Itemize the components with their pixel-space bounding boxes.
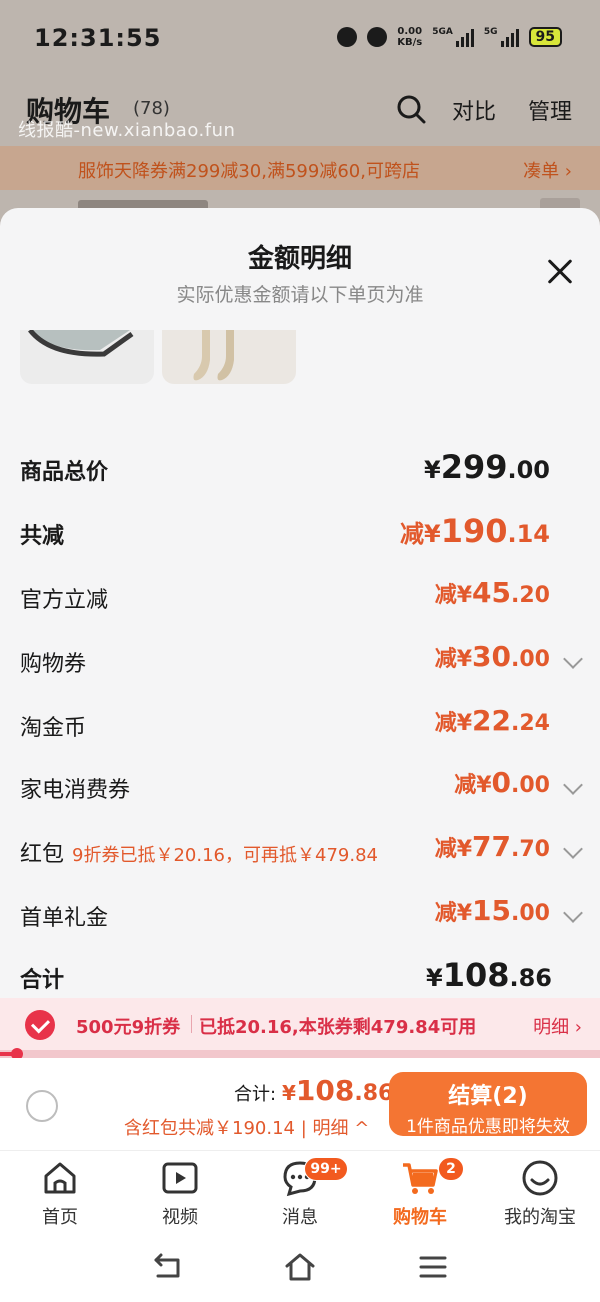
net-speed: 0.00 KB/s (397, 26, 423, 48)
coupon-value: 减¥30.00 (434, 640, 550, 673)
compare-button[interactable]: 对比 (452, 94, 496, 126)
signal-5g-icon: 5G (484, 27, 519, 47)
bottom-tab-bar: 首页 视频 消息 99+ 购物车 2 我的淘宝 (0, 1150, 600, 1232)
checkout-button-label: 结算(2) (448, 1084, 528, 1109)
gold-coin-value: 减¥22.24 (434, 704, 550, 737)
alarm-icon (337, 27, 358, 47)
sheet-subtitle: 实际优惠金额请以下单页为准 (176, 284, 424, 306)
red-packet-label: 红包 9折券已抵￥20.16，可再抵￥479.84 (20, 842, 378, 867)
checkmark-icon[interactable] (25, 1010, 55, 1040)
cart-icon (403, 1163, 438, 1194)
battery-icon: 95 (528, 27, 562, 47)
promo-more-link[interactable]: 凑单 › (523, 157, 572, 183)
coupon-progress-bar (0, 1048, 600, 1060)
divider (191, 1015, 192, 1033)
promo-bar[interactable]: 服饰天降券满299减30,满599减60,可跨店 凑单 › (0, 146, 600, 190)
row-red-packet[interactable]: 红包 9折券已抵￥20.16，可再抵￥479.84 减¥77.70 (20, 830, 583, 870)
total-price-value: ¥299.00 (423, 448, 550, 486)
search-icon[interactable] (396, 94, 426, 124)
tab-messages[interactable]: 消息 99+ (240, 1151, 360, 1233)
system-navigation-bar (0, 1232, 600, 1302)
total-discount-value: 减¥190.14 (399, 512, 550, 550)
select-all-checkbox[interactable] (26, 1090, 58, 1122)
back-icon[interactable] (150, 1250, 184, 1284)
watermark: 线报酷-new.xianbao.fun (18, 120, 236, 141)
checkout-bar: 合计: ¥108.86 含红包共减￥190.14 | 明细 ^ 结算(2) 1件… (0, 1058, 600, 1150)
status-bar: 12:31:55 0.00 KB/s 5GA 5G 95 (0, 0, 600, 70)
first-order-gift-label: 首单礼金 (20, 906, 109, 931)
manage-button[interactable]: 管理 (528, 94, 572, 126)
chevron-down-icon[interactable] (563, 839, 583, 859)
socks-image (193, 330, 234, 381)
appliance-coupon-value: 减¥0.00 (454, 766, 550, 799)
menu-icon[interactable] (416, 1250, 450, 1284)
official-discount-value: 减¥45.20 (434, 576, 550, 609)
chevron-down-icon[interactable] (563, 903, 583, 923)
coupon-name: 500元9折券 (76, 1017, 181, 1038)
status-icons: 0.00 KB/s 5GA 5G 95 (337, 26, 562, 48)
row-coupon[interactable]: 购物券 减¥30.00 (20, 640, 583, 680)
checkout-button[interactable]: 结算(2) 1件商品优惠即将失效 (389, 1072, 587, 1137)
tab-home[interactable]: 首页 (0, 1151, 120, 1233)
appliance-coupon-label: 家电消费券 (20, 778, 131, 803)
row-official-discount: 官方立减 减¥45.20 (20, 576, 580, 616)
sum-value: ¥108.86 (425, 956, 552, 994)
gold-coin-label: 淘金币 (20, 716, 87, 741)
tab-video[interactable]: 视频 (120, 1151, 240, 1233)
close-button[interactable] (540, 252, 580, 292)
official-discount-label: 官方立减 (20, 588, 109, 613)
shoe-image (28, 330, 134, 357)
first-order-gift-value: 减¥15.00 (434, 894, 550, 927)
profile-icon (522, 1160, 558, 1196)
red-packet-note: 9折券已抵￥20.16，可再抵￥479.84 (72, 845, 378, 866)
chevron-down-icon[interactable] (563, 649, 583, 669)
row-gold-coin: 淘金币 减¥22.24 (20, 704, 580, 744)
total-price-label: 商品总价 (20, 460, 109, 485)
product-thumbnail-socks[interactable] (162, 330, 296, 384)
video-icon (162, 1162, 198, 1194)
cart-badge: 2 (438, 1157, 464, 1181)
checkout-discount-detail-link[interactable]: 含红包共减￥190.14 | 明细 ^ (124, 1114, 369, 1140)
checkout-button-sublabel: 1件商品优惠即将失效 (406, 1117, 570, 1137)
checkout-sum-label: 合计: (234, 1084, 277, 1105)
total-discount-label: 共减 (20, 524, 65, 549)
coupon-detail-link[interactable]: 明细 › (533, 1013, 582, 1039)
row-total-price: 商品总价 ¥299.00 (20, 448, 580, 488)
message-badge: 99+ (304, 1157, 348, 1181)
checkout-sum-value: ¥108.86 (282, 1074, 394, 1107)
product-thumbnail-shoe[interactable] (20, 330, 154, 384)
sheet-title: 金额明细 (247, 244, 352, 274)
row-appliance-coupon[interactable]: 家电消费券 减¥0.00 (20, 766, 583, 806)
tab-cart[interactable]: 购物车 2 (360, 1151, 480, 1233)
coupon-info: 已抵20.16,本张券剩479.84可用 (199, 1017, 477, 1038)
home-nav-icon[interactable] (283, 1250, 317, 1284)
coupon-strip[interactable]: 500元9折券 已抵20.16,本张券剩479.84可用 明细 › (0, 998, 600, 1050)
row-total-discount: 共减 减¥190.14 (20, 512, 580, 552)
promo-text: 服饰天降券满299减30,满599减60,可跨店 (78, 161, 420, 182)
red-packet-value: 减¥77.70 (434, 830, 550, 863)
background-page: 12:31:55 0.00 KB/s 5GA 5G 95 购物车 (78) 对比… (0, 0, 600, 220)
signal-5ga-icon: 5GA (432, 27, 474, 47)
status-time: 12:31:55 (34, 24, 162, 52)
amount-detail-sheet: 金额明细 实际优惠金额请以下单页为准 商品总价 ¥299.00 共减 减¥190… (0, 208, 600, 1302)
chevron-down-icon[interactable] (563, 775, 583, 795)
tab-profile[interactable]: 我的淘宝 (480, 1151, 600, 1233)
do-not-disturb-icon (367, 27, 388, 47)
row-sum: 合计 ¥108.86 (20, 956, 580, 996)
sum-label: 合计 (20, 968, 65, 993)
coupon-label: 购物券 (20, 652, 87, 677)
row-first-order-gift[interactable]: 首单礼金 减¥15.00 (20, 894, 583, 934)
home-icon (44, 1162, 76, 1194)
